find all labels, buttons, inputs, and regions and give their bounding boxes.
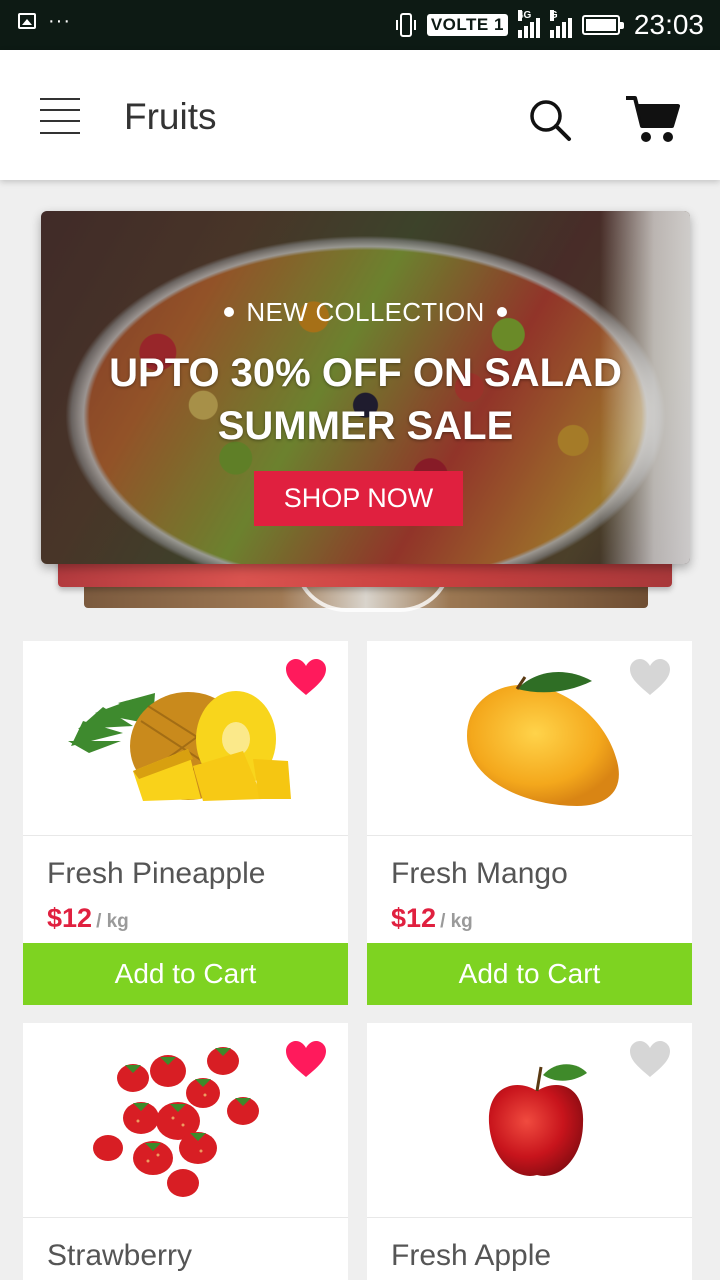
image-notification-icon — [18, 13, 36, 29]
price-unit: / kg — [96, 911, 129, 932]
bullet-dot-icon — [224, 307, 235, 318]
status-time: 23:03 — [633, 9, 704, 40]
product-price: $12/ kg — [47, 903, 129, 934]
product-price: $12/ kg — [391, 903, 473, 934]
sim1-network-type: 4G — [517, 10, 532, 21]
volte-badge: VOLTE 1 — [426, 14, 508, 36]
favorite-heart-icon[interactable] — [628, 1039, 672, 1079]
more-notifications-icon: ··· — [48, 10, 71, 32]
signal-sim1-icon: 4G — [517, 10, 540, 38]
signal-sim2-icon: G — [549, 10, 572, 38]
battery-icon — [581, 15, 624, 35]
price-unit: / kg — [440, 911, 473, 932]
favorite-heart-icon[interactable] — [284, 1039, 328, 1079]
cart-icon[interactable] — [624, 94, 680, 144]
product-card[interactable]: Fresh Apple — [367, 1023, 692, 1280]
status-bar: ··· VOLTE 1 4G G 23:03 — [0, 0, 720, 50]
product-card[interactable]: Strawberry — [23, 1023, 348, 1280]
search-icon[interactable] — [528, 98, 572, 142]
product-card[interactable]: Fresh Pineapple $12/ kg Add to Cart — [23, 641, 348, 1005]
product-name: Fresh Mango — [391, 857, 568, 890]
shop-now-button[interactable]: SHOP NOW — [254, 471, 463, 526]
product-card[interactable]: Fresh Mango $12/ kg Add to Cart — [367, 641, 692, 1005]
product-name: Fresh Pineapple — [47, 857, 266, 890]
add-to-cart-button[interactable]: Add to Cart — [367, 943, 692, 1005]
banner-headline-line2: SUMMER SALE — [217, 404, 514, 448]
product-name: Strawberry — [47, 1239, 193, 1272]
price-value: $12 — [391, 903, 437, 933]
favorite-heart-icon[interactable] — [628, 657, 672, 697]
sim2-network-type: G — [549, 10, 558, 21]
app-bar: Fruits — [0, 50, 720, 180]
price-value: $12 — [47, 903, 93, 933]
banner-kicker: NEW COLLECTION — [41, 297, 690, 328]
banner-headline: UPTO 30% OFF ON SALAD SUMMER SALE — [41, 347, 690, 453]
battery-level — [585, 19, 616, 31]
product-name: Fresh Apple — [391, 1239, 552, 1272]
menu-icon[interactable] — [40, 98, 80, 134]
page-title: Fruits — [124, 96, 217, 137]
favorite-heart-icon[interactable] — [284, 657, 328, 697]
vibrate-icon — [395, 13, 416, 37]
promo-banner[interactable]: NEW COLLECTION UPTO 30% OFF ON SALAD SUM… — [41, 211, 690, 564]
banner-kicker-text: NEW COLLECTION — [246, 297, 485, 327]
bullet-dot-icon — [496, 307, 507, 318]
banner-headline-line1: UPTO 30% OFF ON SALAD — [109, 351, 622, 395]
add-to-cart-button[interactable]: Add to Cart — [23, 943, 348, 1005]
